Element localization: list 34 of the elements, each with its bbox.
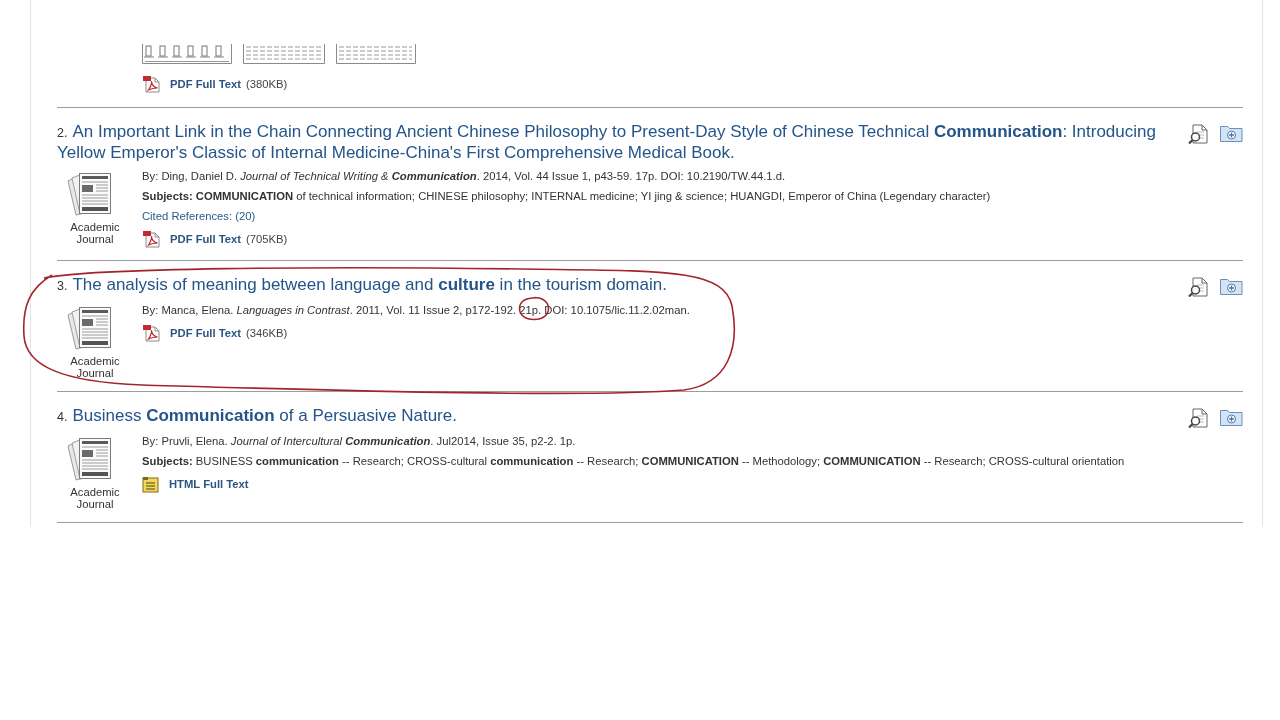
folder-plus-icon[interactable] (1220, 408, 1243, 426)
journal-icon (66, 172, 112, 216)
document-magnifier-icon[interactable] (1188, 408, 1208, 428)
journal-icon (66, 306, 112, 350)
page-thumbnail[interactable] (142, 44, 232, 64)
detail-text: By: Ding, Daniel D. Journal of Technical Writing & Communication. 2014, Vol. 44 Issue 1, p43-59. 17p. DOI: 10.2190/TW.44.1.d. (142, 169, 786, 184)
document-magnifier-icon[interactable] (1188, 277, 1208, 297)
full-text-link[interactable]: PDF Full Text (170, 324, 242, 342)
file-size-text: (346KB) (246, 325, 288, 341)
file-size-text: (380KB) (246, 76, 288, 92)
pdf-file-icon (142, 75, 160, 93)
result-title-link[interactable]: 2. An Important Link in the Chain Connecting Ancient Chinese Philosophy to Present-Day Style of Chinese Technical Communication: Introducing Yellow Emperor's Classic of Internal Medicine-China's First Comprehensive Medical Book. (57, 122, 1162, 163)
detail-text: Subjects: BUSINESS communication -- Research; CROSS-cultural communication -- Research; COMMUNICATION -- Methodology; COMMUNICATION -- Research; CROSS-cultural orientation (142, 454, 1125, 469)
file-size-text: (705KB) (246, 231, 288, 247)
document-magnifier-icon[interactable] (1188, 124, 1208, 144)
publication-type-label: Academic Journal (69, 486, 121, 510)
folder-plus-icon[interactable] (1220, 277, 1243, 295)
cited-references-link[interactable]: Cited References: (20) (142, 206, 256, 226)
folder-plus-icon[interactable] (1220, 124, 1243, 142)
page-thumbnail[interactable] (243, 44, 325, 64)
result-title-link[interactable]: 4. Business Communication of a Persuasive Nature. (57, 406, 1162, 427)
journal-icon (66, 437, 112, 481)
full-text-link[interactable]: PDF Full Text (170, 75, 242, 93)
publication-type-label: Academic Journal (69, 355, 121, 379)
page-thumbnail[interactable] (336, 44, 416, 64)
document-icon (142, 475, 159, 493)
full-text-link[interactable]: PDF Full Text (170, 230, 242, 248)
full-text-link[interactable]: HTML Full Text (169, 475, 249, 493)
detail-text: Subjects: COMMUNICATION of technical information; CHINESE philosophy; INTERNAL medicine; YI jing & science; HUANGDI, Emperor of China (Legendary character) (142, 189, 991, 204)
publication-type-label: Academic Journal (69, 221, 121, 245)
result-title-link[interactable]: 3. The analysis of meaning between language and culture in the tourism domain. (57, 275, 1162, 296)
pdf-file-icon (142, 324, 160, 342)
detail-text: By: Pruvli, Elena. Journal of Intercultural Communication. Jul2014, Issue 35, p2-2. 1p. (142, 434, 576, 449)
pdf-file-icon (142, 230, 160, 248)
